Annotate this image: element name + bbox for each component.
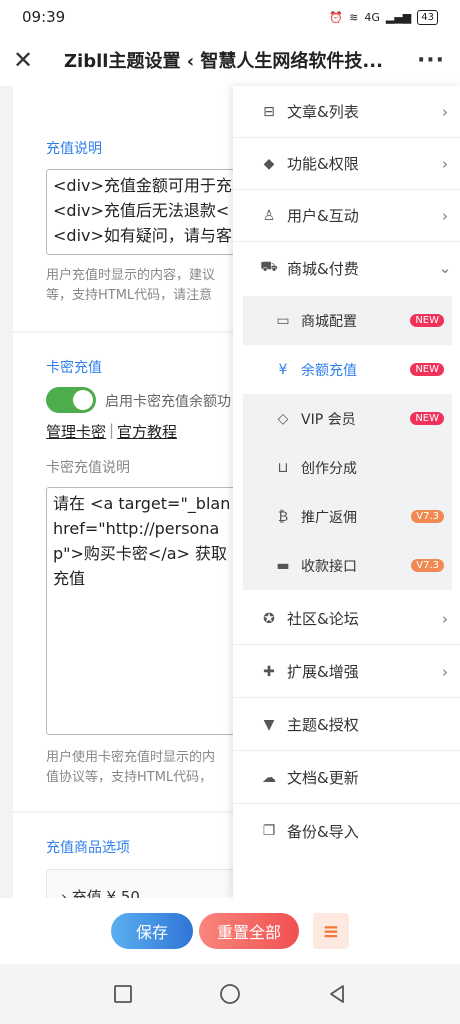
card-desc-hint: 用户使用卡密充值时显示的内 值协议等，支持HTML代码，	[46, 750, 216, 785]
menu-item-label: 主题&授权	[287, 716, 359, 734]
puzzle-icon: ✚	[263, 663, 275, 680]
chevron-right-icon: ›	[442, 206, 448, 225]
menu-toggle-icon[interactable]: ≡	[313, 913, 349, 949]
card-toggle-label: 启用卡密充值余额功	[105, 394, 231, 410]
version-badge: V7.3	[411, 559, 444, 572]
manage-card-link[interactable]: 管理卡密	[46, 421, 106, 442]
system-nav-bar	[0, 964, 460, 1024]
menu-item-extension[interactable]: ✚ 扩展&增强 ›	[233, 646, 460, 698]
submenu-shop-config[interactable]: ▭ 商城配置 NEW	[243, 296, 452, 345]
recent-apps-icon[interactable]	[113, 984, 133, 1004]
submenu-payment-interface[interactable]: ▬ 收款接口 V7.3	[243, 541, 452, 590]
user-icon: ♙	[262, 207, 276, 224]
menu-item-user[interactable]: ♙ 用户&互动 ›	[233, 190, 460, 242]
new-badge: NEW	[410, 363, 444, 376]
menu-item-label: 用户&互动	[287, 207, 359, 225]
menu-item-label: 社区&论坛	[287, 610, 359, 628]
network-type: 4G	[364, 10, 380, 24]
bitcoin-icon: ₿	[277, 509, 289, 525]
copy-icon: ❐	[262, 823, 276, 839]
chevron-right-icon: ›	[442, 102, 448, 121]
recharge-desc-label: 充值说明	[46, 141, 102, 157]
diamond-icon: ◇	[277, 410, 289, 427]
submenu-label: 收款接口	[301, 558, 357, 575]
submenu-label: VIP 会员	[301, 411, 356, 428]
cloud-upload-icon: ☁	[262, 769, 276, 786]
inbox-icon: ⊔	[277, 459, 289, 476]
reset-all-button[interactable]: 重置全部	[199, 913, 299, 949]
footer-actions: 保存 重置全部 ≡	[0, 898, 460, 964]
menu-item-article[interactable]: ⊟ 文章&列表 ›	[233, 86, 460, 138]
title-bar: ✕ Zibll主题设置 ‹ 智慧人生网络软件技... ···	[0, 34, 460, 86]
wifi-icon: ≋	[349, 10, 359, 24]
version-badge: V7.3	[411, 510, 444, 523]
menu-item-label: 备份&导入	[287, 822, 359, 841]
products-label: 充值商品选项	[46, 840, 130, 856]
menu-item-label: 功能&权限	[287, 155, 359, 173]
submenu-balance-recharge[interactable]: ¥ 余额充值 NEW	[243, 345, 452, 394]
new-badge: NEW	[410, 412, 444, 425]
forum-icon: ✪	[263, 610, 275, 627]
menu-item-label: 文档&更新	[287, 769, 359, 787]
chevron-down-icon: ⌄	[438, 259, 452, 277]
status-icons: ⏰ ≋ 4G ▂▄▆ 43	[329, 9, 438, 25]
menu-item-shop[interactable]: ⛟ 商城&付费 ⌄	[233, 242, 460, 294]
menu-item-label: 文章&列表	[287, 103, 359, 121]
back-icon[interactable]	[327, 984, 347, 1004]
submenu-label: 推广返佣	[301, 509, 357, 526]
menu-item-label: 扩展&增强	[287, 663, 359, 681]
credit-card-icon: ▬	[276, 557, 290, 574]
submenu-vip[interactable]: ◇ VIP 会员 NEW	[243, 394, 452, 443]
status-time: 09:39	[22, 8, 66, 26]
save-button[interactable]: 保存	[111, 913, 193, 949]
official-tutorial-link[interactable]: 官方教程	[117, 421, 177, 442]
brand-icon: ▼	[263, 716, 275, 733]
submenu-creator-share[interactable]: ⊔ 创作分成	[243, 443, 452, 492]
close-icon[interactable]: ✕	[0, 46, 46, 74]
yen-icon: ¥	[278, 361, 288, 378]
chevron-right-icon: ›	[442, 609, 448, 628]
settings-nav-menu: ⊟ 文章&列表 › ◆ 功能&权限 › ♙ 用户&互动 › ⛟ 商城&付费 ⌄ …	[233, 86, 460, 898]
chevron-right-icon: ›	[442, 662, 448, 681]
link-separator: |	[109, 421, 115, 439]
cart-icon: ⛟	[260, 259, 278, 275]
page-title: Zibll主题设置 ‹ 智慧人生网络软件技...	[64, 51, 383, 72]
alarm-icon: ⏰	[329, 10, 344, 24]
new-badge: NEW	[410, 314, 444, 327]
shield-icon: ◆	[263, 155, 275, 172]
recharge-desc-hint: 用户充值时显示的内容，建议 等，支持HTML代码，请注意	[46, 268, 216, 303]
status-bar: 09:39 ⏰ ≋ 4G ▂▄▆ 43	[0, 0, 460, 34]
product-item-label: › 充值 ¥ 50	[61, 888, 140, 898]
map-icon: ⊟	[263, 103, 275, 120]
more-options-icon[interactable]: ···	[402, 48, 460, 73]
home-icon[interactable]	[219, 983, 241, 1005]
submenu-affiliate[interactable]: ₿ 推广返佣 V7.3	[243, 492, 452, 541]
menu-item-label: 商城&付费	[287, 259, 359, 278]
submenu-label: 创作分成	[301, 460, 357, 477]
menu-item-docs-update[interactable]: ☁ 文档&更新	[233, 752, 460, 804]
menu-item-theme-license[interactable]: ▼ 主题&授权	[233, 699, 460, 751]
battery-level: 43	[417, 9, 438, 25]
bag-icon: ▭	[276, 312, 290, 329]
submenu-label: 商城配置	[301, 313, 357, 330]
menu-item-community[interactable]: ✪ 社区&论坛 ›	[233, 593, 460, 645]
card-recharge-label: 卡密充值	[46, 360, 102, 376]
chevron-right-icon: ›	[442, 154, 448, 173]
submenu-label: 余额充值	[301, 362, 357, 379]
card-desc-label: 卡密充值说明	[46, 460, 130, 476]
menu-item-function[interactable]: ◆ 功能&权限 ›	[233, 138, 460, 190]
menu-item-backup-import[interactable]: ❐ 备份&导入	[233, 805, 460, 857]
card-recharge-toggle[interactable]	[46, 387, 96, 413]
signal-icon: ▂▄▆	[385, 10, 412, 24]
